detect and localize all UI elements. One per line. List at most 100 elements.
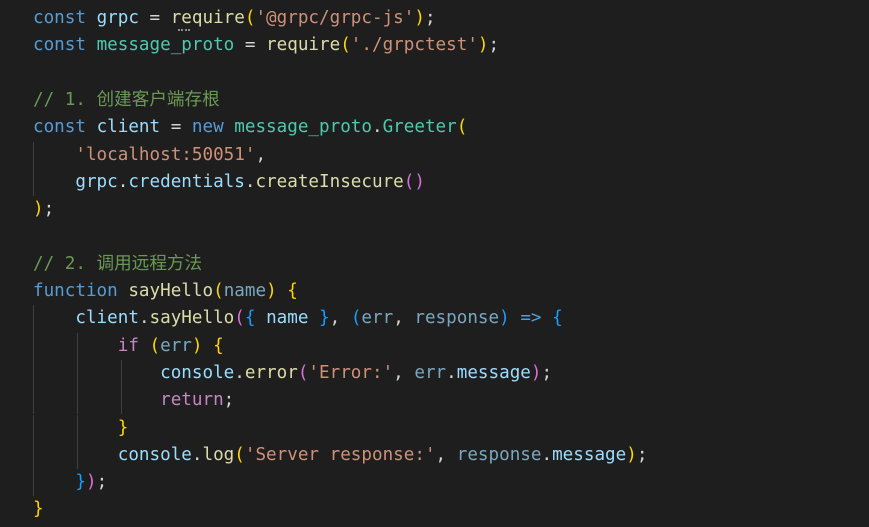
code-line[interactable]: function sayHello(name) { — [0, 278, 869, 305]
code-line[interactable] — [0, 60, 869, 87]
code-token: message — [456, 362, 531, 383]
code-token: message_proto — [234, 117, 372, 138]
code-token: ) — [85, 472, 97, 493]
code-token: grpc — [75, 171, 118, 192]
code-token: . — [138, 308, 150, 329]
code-token: grpc — [96, 8, 139, 28]
code-token: sayHello — [128, 281, 214, 301]
code-token: ; — [43, 199, 55, 220]
code-line[interactable]: // 2. 调用远程方法 — [0, 251, 869, 278]
code-text: console.error('Error:', err.message); — [33, 360, 552, 387]
code-token: console — [117, 444, 192, 465]
code-line[interactable] — [0, 223, 869, 250]
code-token: ) — [191, 335, 203, 356]
code-token: err — [361, 308, 394, 329]
code-token: credentials — [128, 171, 245, 192]
code-token: , — [255, 144, 267, 165]
code-token: } — [33, 499, 44, 520]
code-token: Greeter — [382, 117, 457, 138]
code-token: // 1. 创建客户端存根 — [33, 89, 220, 110]
code-token: ( — [234, 308, 245, 329]
code-text: // 1. 创建客户端存根 — [33, 87, 220, 114]
code-token: . — [446, 362, 457, 383]
hint-squiggle — [178, 26, 190, 31]
code-text: ); — [33, 196, 54, 223]
code-line[interactable]: client.sayHello({ name }, (err, response… — [0, 305, 869, 333]
code-token: = — [234, 35, 267, 56]
code-token: require — [170, 8, 245, 28]
code-token: client — [96, 117, 161, 138]
code-token: ) — [499, 308, 510, 329]
code-line[interactable]: // 1. 创建客户端存根 — [0, 87, 869, 114]
code-token: ; — [96, 472, 108, 493]
code-text: // 2. 调用远程方法 — [33, 251, 202, 278]
code-token: } — [117, 417, 129, 438]
code-text: } — [33, 496, 44, 523]
code-token: response — [456, 444, 542, 465]
code-token: 'Error:' — [308, 362, 394, 383]
code-text: } — [33, 415, 129, 442]
code-token: , — [393, 308, 415, 329]
code-text: }); — [33, 469, 107, 496]
code-line[interactable]: ); — [0, 196, 869, 223]
code-token: = — [160, 117, 192, 138]
code-token: , — [393, 362, 415, 383]
code-line[interactable]: if (err) { — [0, 332, 869, 360]
code-token: => — [520, 308, 542, 329]
code-token: return — [160, 390, 224, 411]
code-token: . — [541, 444, 553, 465]
code-text: return; — [33, 387, 234, 414]
code-token: { — [287, 281, 298, 301]
code-text: grpc.credentials.createInsecure() — [33, 169, 425, 196]
code-line[interactable]: }); — [0, 469, 869, 497]
code-token: new — [191, 117, 224, 138]
code-line[interactable]: console.error('Error:', err.message); — [0, 359, 869, 388]
code-line[interactable]: const client = new message_proto.Greeter… — [0, 114, 869, 141]
code-line[interactable]: console.log('Server response:', response… — [0, 441, 869, 470]
code-line[interactable]: return; — [0, 387, 869, 415]
code-token: { — [552, 308, 563, 329]
code-token: . — [244, 171, 256, 192]
code-token: const — [33, 35, 86, 56]
code-text: const client = new message_proto.Greeter… — [33, 114, 467, 141]
code-editor[interactable]: const grpc = require('@grpc/grpc-js'); co… — [0, 0, 869, 527]
code-token: ; — [636, 444, 648, 465]
code-line[interactable]: } — [0, 496, 869, 523]
code-text: console.log('Server response:', response… — [33, 442, 648, 469]
code-line[interactable]: grpc.credentials.createInsecure() — [0, 168, 869, 197]
code-token: message_proto — [96, 35, 235, 56]
code-line[interactable]: 'localhost:50051', — [0, 141, 869, 169]
code-token: . — [234, 362, 245, 383]
code-text: function sayHello(name) { — [33, 278, 298, 305]
code-token: ( — [340, 35, 351, 56]
code-token: ; — [223, 390, 235, 411]
code-line[interactable]: } — [0, 414, 869, 442]
code-token: ) — [626, 444, 637, 465]
code-token: require — [266, 35, 341, 56]
code-line[interactable]: const grpc = require('@grpc/grpc-js'); — [0, 5, 869, 32]
code-token: ( — [213, 281, 224, 301]
code-token: console — [160, 362, 235, 383]
code-token: ) — [477, 35, 489, 56]
code-line[interactable]: const message_proto = require('./grpctes… — [0, 32, 869, 59]
code-token: ; — [488, 35, 500, 56]
code-text: client.sayHello({ name }, (err, response… — [33, 305, 563, 332]
